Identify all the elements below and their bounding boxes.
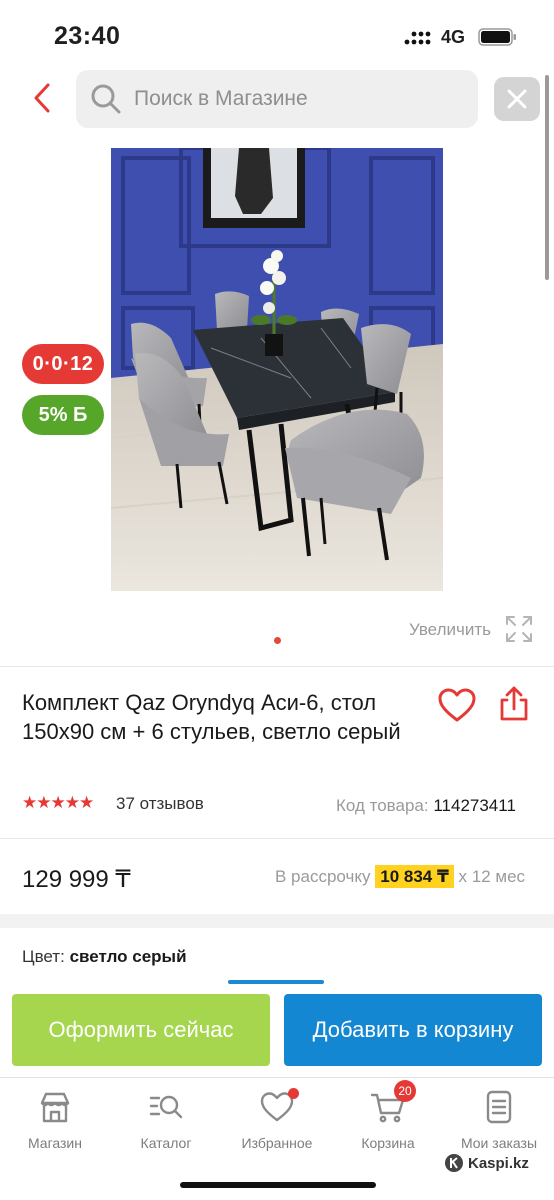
nav-label-catalog: Каталог — [140, 1135, 192, 1151]
zoom-link[interactable]: Увеличить — [409, 620, 491, 640]
status-bar: 23:40 4G — [0, 0, 554, 70]
network-label: 4G — [441, 27, 466, 47]
nav-item-shop[interactable]: Магазин — [0, 1086, 110, 1161]
favorites-indicator — [288, 1088, 299, 1099]
color-value: светло серый — [69, 947, 187, 966]
shop-icon — [40, 1092, 70, 1123]
gallery-page-indicator — [274, 637, 281, 644]
divider — [0, 666, 554, 667]
scroll-indicator[interactable] — [545, 75, 549, 280]
search-input[interactable] — [134, 70, 464, 128]
kaspi-logo-icon — [445, 1154, 463, 1172]
rating-stars: ★★★★★ — [22, 793, 94, 812]
reviews-link[interactable]: 37 отзывов — [116, 794, 204, 814]
close-icon — [507, 89, 527, 109]
bonus-badge: 5% Б — [22, 395, 104, 435]
sku: Код товара: 114273411 — [336, 796, 516, 816]
chevron-left-icon — [34, 83, 50, 113]
product-image[interactable] — [111, 148, 443, 591]
search-box[interactable] — [76, 70, 478, 128]
installment-amount: 10 834 ₸ — [375, 865, 454, 888]
sku-label: Код товара: — [336, 796, 429, 815]
close-button[interactable] — [494, 77, 540, 121]
color-label: Цвет: — [22, 947, 65, 966]
nav-label-shop: Магазин — [27, 1135, 82, 1151]
signal-icon — [404, 31, 431, 45]
installment-badge: 0·0·12 — [22, 344, 104, 384]
search-icon — [91, 84, 121, 114]
add-to-cart-button[interactable]: Добавить в корзину — [284, 994, 542, 1066]
favorite-button[interactable] — [437, 686, 477, 726]
orders-icon — [486, 1090, 512, 1124]
section-gap — [0, 914, 554, 928]
nav-label-favorites: Избранное — [241, 1135, 313, 1151]
buy-now-button[interactable]: Оформить сейчас — [12, 994, 270, 1066]
status-time: 23:40 — [54, 22, 121, 50]
nav-label-orders: Мои заказы — [460, 1135, 538, 1151]
divider — [0, 838, 554, 839]
installment-prefix: В рассрочку — [275, 867, 371, 886]
sku-value: 114273411 — [433, 796, 516, 815]
nav-label-cart: Корзина — [361, 1135, 415, 1151]
nav-item-favorites[interactable]: Избранное — [222, 1086, 332, 1161]
expand-icon[interactable] — [505, 615, 533, 643]
watermark-text: Kaspi.kz — [468, 1154, 529, 1172]
cart-count-badge: 20 — [394, 1080, 416, 1102]
nav-item-orders[interactable]: Мои заказы — [444, 1086, 554, 1161]
catalog-search-icon — [149, 1095, 183, 1119]
product-photo — [111, 148, 443, 591]
color-line: Цвет: светло серый — [22, 947, 187, 967]
home-indicator[interactable] — [180, 1182, 376, 1188]
kaspi-watermark: Kaspi.kz — [444, 1153, 529, 1173]
nav-item-catalog[interactable]: Каталог — [111, 1086, 221, 1161]
price: 129 999 ₸ — [22, 866, 131, 893]
nav-item-cart[interactable]: 20 Корзина — [333, 1080, 443, 1161]
battery-icon — [478, 28, 516, 46]
installment-suffix: x 12 мес — [458, 867, 526, 886]
back-button[interactable] — [22, 78, 62, 118]
color-swatch-selected[interactable] — [228, 980, 324, 984]
share-button[interactable] — [494, 684, 534, 724]
product-title: Комплект Qaz Oryndyq Аси-6, стол 150x90 … — [22, 690, 401, 744]
installment-info[interactable]: В рассрочку 10 834 ₸ x 12 мес — [275, 865, 526, 888]
